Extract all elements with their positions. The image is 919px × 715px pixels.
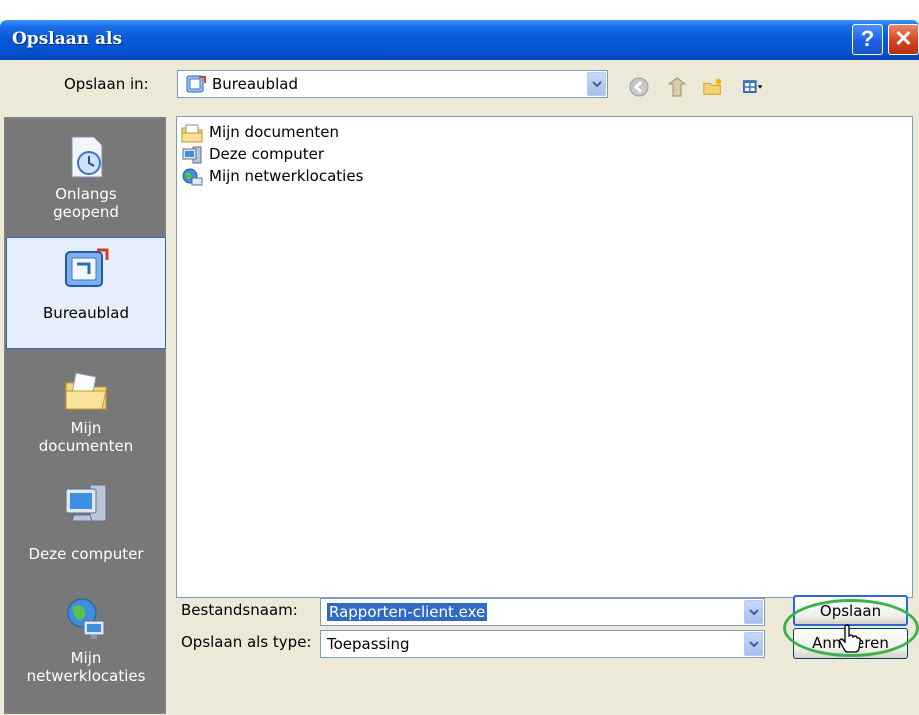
places-item-recent[interactable]: Onlangs geopend (6, 127, 166, 239)
places-item-label: Bureaublad (43, 304, 129, 322)
up-folder-icon[interactable] (666, 76, 688, 98)
documents-folder-icon (181, 124, 203, 143)
places-item-label-line2: geopend (53, 203, 119, 221)
save-as-type-value: Toepassing (327, 635, 410, 653)
recent-documents-icon (71, 136, 103, 178)
my-documents-icon (65, 372, 107, 410)
save-in-dropdown[interactable]: Bureaublad (177, 70, 608, 98)
help-button[interactable]: ? (852, 24, 883, 55)
close-button[interactable]: ✕ (888, 24, 919, 55)
chevron-down-icon[interactable] (744, 600, 763, 624)
file-name: Deze computer (209, 145, 324, 163)
places-item-my-documents[interactable]: Mijn documenten (6, 361, 166, 473)
new-folder-icon[interactable] (702, 76, 724, 98)
view-menu-icon[interactable] (742, 76, 764, 98)
back-icon[interactable] (628, 76, 650, 98)
places-item-label: Mijn (70, 649, 102, 667)
file-list[interactable]: Mijn documenten Deze computer Mijn netwe… (176, 116, 913, 598)
save-as-dialog: Opslaan als ? ✕ Opslaan in: Bureaublad O… (0, 20, 919, 715)
filename-input[interactable]: Rapporten-client.exe (327, 603, 488, 621)
file-name: Mijn documenten (209, 123, 339, 141)
places-bar: Onlangs geopend Bureaublad Mijn document… (4, 117, 166, 714)
title-bar[interactable]: Opslaan als ? ✕ (0, 20, 919, 60)
places-item-label: Deze computer (28, 545, 144, 563)
save-as-type-label: Opslaan als type: (181, 633, 312, 651)
places-item-desktop[interactable]: Bureaublad (6, 237, 166, 349)
save-in-label: Opslaan in: (64, 75, 149, 93)
filename-label: Bestandsnaam: (181, 601, 298, 619)
chevron-down-icon[interactable] (587, 72, 606, 96)
filename-combobox[interactable]: Rapporten-client.exe (320, 598, 765, 626)
dialog-title: Opslaan als (12, 29, 123, 49)
file-name: Mijn netwerklocaties (209, 167, 364, 185)
my-computer-icon (65, 484, 107, 522)
places-item-label: Onlangs (55, 185, 117, 203)
places-item-label-line2: netwerklocaties (26, 667, 146, 685)
places-item-label-line2: documenten (38, 437, 134, 455)
save-in-location: Bureaublad (212, 75, 298, 93)
network-places-icon (67, 598, 105, 639)
desktop-small-icon (186, 75, 206, 93)
desktop-icon (65, 248, 109, 287)
chevron-down-icon[interactable] (744, 632, 763, 656)
save-as-type-dropdown[interactable]: Toepassing (320, 630, 765, 658)
network-icon (182, 168, 203, 186)
computer-icon (182, 146, 202, 164)
places-item-label: Mijn (70, 419, 102, 437)
hand-cursor-icon (839, 624, 861, 653)
places-item-network[interactable]: Mijn netwerklocaties (6, 589, 166, 713)
places-item-my-computer[interactable]: Deze computer (6, 475, 166, 587)
